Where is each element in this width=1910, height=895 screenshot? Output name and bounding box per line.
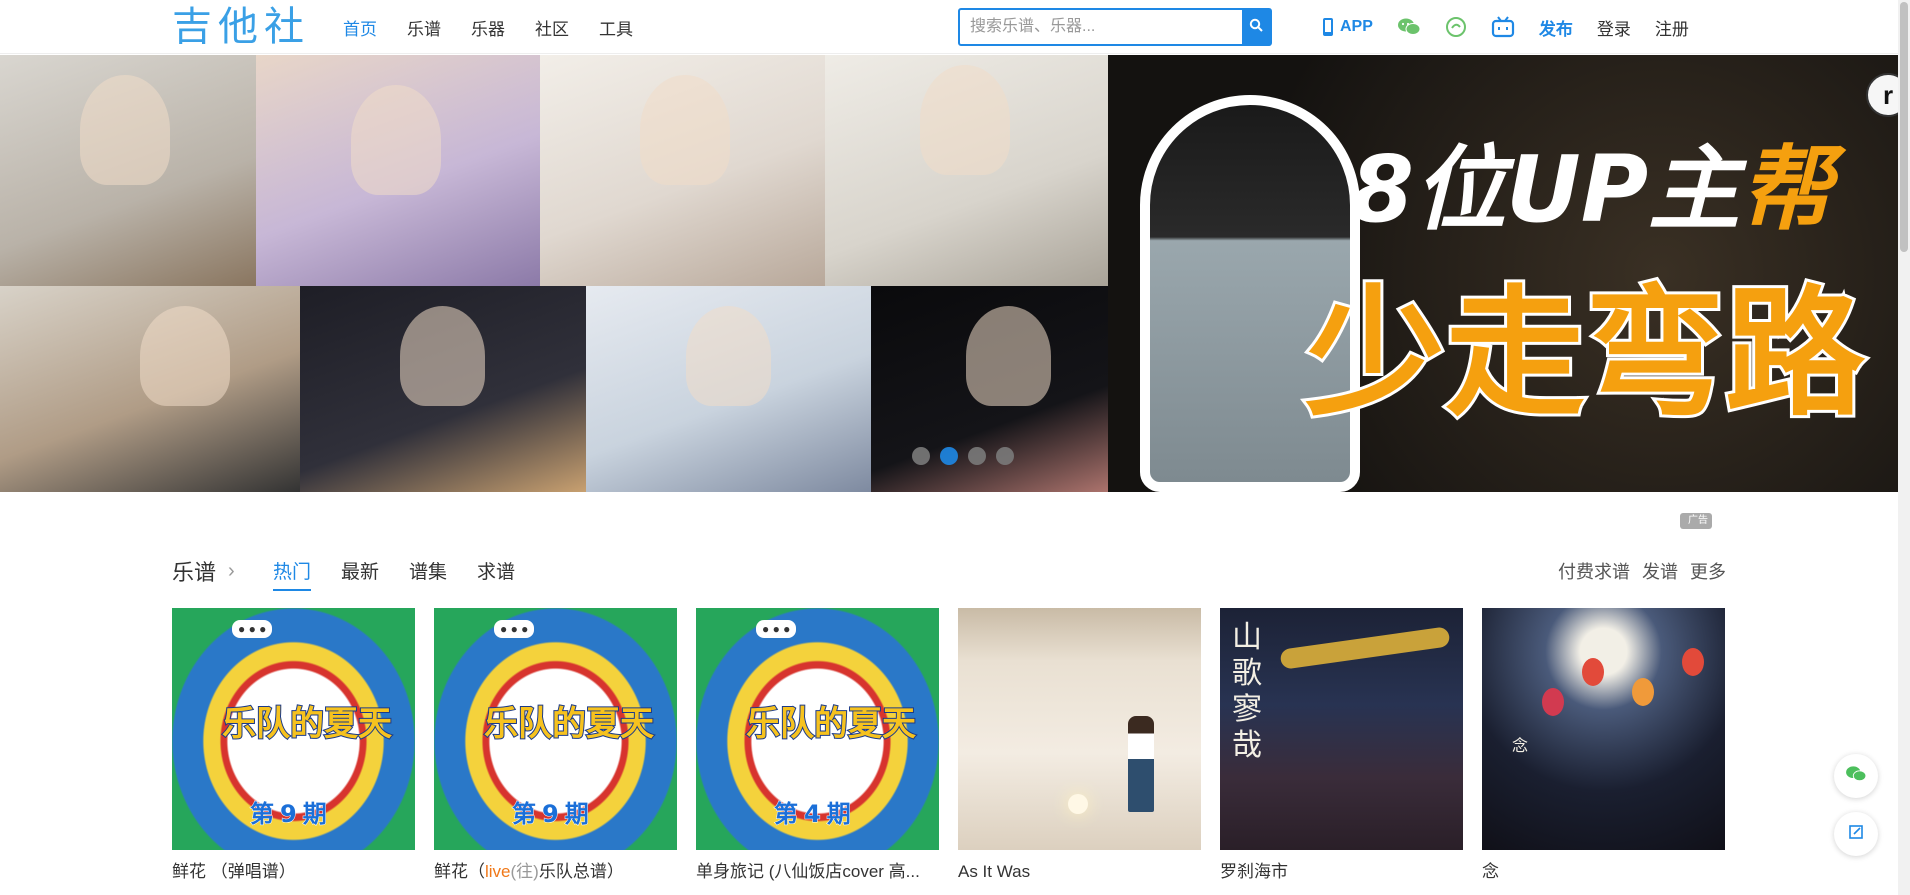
score-card[interactable]: 念 念 xyxy=(1482,608,1725,882)
nav-tools[interactable]: 工具 xyxy=(599,15,633,40)
card-title[interactable]: 鲜花 （弹唱谱） xyxy=(172,862,415,882)
login-link[interactable]: 登录 xyxy=(1597,15,1631,40)
wechat-icon xyxy=(1845,765,1867,788)
wechat-link[interactable] xyxy=(1397,17,1421,37)
search-input[interactable] xyxy=(960,10,1242,44)
cover-dragon xyxy=(1279,626,1451,670)
card-cover-image: 念 xyxy=(1482,608,1725,850)
score-card[interactable]: ● ● ● 乐队的夏天 第9期 鲜花 （弹唱谱） xyxy=(172,608,415,882)
search-button[interactable] xyxy=(1242,10,1270,44)
feedback-float-button[interactable] xyxy=(1834,812,1878,856)
cover-sponsor-logos: ● ● ● xyxy=(232,620,273,638)
nav-scores[interactable]: 乐谱 xyxy=(407,15,441,40)
score-card[interactable]: As It Was xyxy=(958,608,1201,882)
banner-photo-tile xyxy=(256,55,540,286)
register-link[interactable]: 注册 xyxy=(1655,15,1689,40)
card-title[interactable]: 罗刹海市 xyxy=(1220,862,1463,882)
bilibili-icon xyxy=(1491,16,1515,38)
carousel-dot[interactable] xyxy=(912,447,930,465)
nav-home[interactable]: 首页 xyxy=(343,15,377,40)
card-title[interactable]: 念 xyxy=(1482,862,1725,882)
carousel-dot[interactable] xyxy=(968,447,986,465)
cover-sponsor-logos: ● ● ● xyxy=(494,620,535,638)
app-download-link[interactable]: APP xyxy=(1322,17,1373,37)
banner-photo-tile xyxy=(0,55,256,286)
section-title[interactable]: 乐谱 › xyxy=(172,555,235,587)
section-links: 付费求谱 发谱 更多 xyxy=(1546,558,1726,584)
card-cover-image: 山歌寥哉 xyxy=(1220,608,1463,850)
phone-icon xyxy=(1322,17,1334,37)
main-nav: 首页 乐谱 乐器 社区 工具 xyxy=(343,0,663,54)
banner-subheadline: 少走弯路 xyxy=(1302,272,1868,438)
score-card[interactable]: 山歌寥哉 罗刹海市 xyxy=(1220,608,1463,882)
header-actions: APP 发布 登录 注册 xyxy=(1322,0,1713,54)
search-box xyxy=(958,8,1272,46)
section-tabs: 热门 最新 谱集 求谱 xyxy=(273,557,545,591)
nav-community[interactable]: 社区 xyxy=(535,15,569,40)
score-card-list: ● ● ● 乐队的夏天 第9期 鲜花 （弹唱谱） ● ● ● 乐队的夏天 第9期… xyxy=(172,608,1725,882)
scrollbar-thumb[interactable] xyxy=(1900,2,1908,252)
wechat-float-button[interactable] xyxy=(1834,754,1878,798)
banner-photo-tile xyxy=(540,55,825,286)
card-cover-image xyxy=(958,608,1201,850)
banner-photo-tile xyxy=(0,286,300,492)
card-cover-image: ● ● ● 乐队的夏天 第4期 xyxy=(696,608,939,850)
more-link[interactable]: 更多 xyxy=(1690,558,1726,584)
cover-figure xyxy=(1128,716,1154,812)
top-header: 吉他社 首页 乐谱 乐器 社区 工具 APP xyxy=(0,0,1910,54)
banner-photo-tile xyxy=(300,286,586,492)
cover-lamp xyxy=(1068,794,1088,814)
ad-badge: 广告 xyxy=(1680,513,1712,529)
carousel-dot-active[interactable] xyxy=(940,447,958,465)
publish-link[interactable]: 发布 xyxy=(1539,15,1573,40)
carousel-dot[interactable] xyxy=(996,447,1014,465)
hero-banner[interactable]: 8位UP主帮 少走弯路 r xyxy=(0,55,1898,492)
tab-collections[interactable]: 谱集 xyxy=(409,557,447,591)
weibo-link[interactable] xyxy=(1445,16,1467,38)
wechat-icon xyxy=(1397,17,1421,37)
site-logo[interactable]: 吉他社 xyxy=(172,4,310,50)
nav-instruments[interactable]: 乐器 xyxy=(471,15,505,40)
weibo-icon xyxy=(1445,16,1467,38)
tab-requests[interactable]: 求谱 xyxy=(477,557,515,591)
app-label: APP xyxy=(1340,18,1373,35)
card-cover-image: ● ● ● 乐队的夏天 第9期 xyxy=(434,608,677,850)
banner-photo-tile xyxy=(825,55,1108,286)
bilibili-link[interactable] xyxy=(1491,16,1515,38)
cover-sponsor-logos: ● ● ● xyxy=(756,620,797,638)
search-icon xyxy=(1249,18,1263,37)
edit-icon xyxy=(1848,824,1864,845)
score-card[interactable]: ● ● ● 乐队的夏天 第4期 单身旅记 (八仙饭店cover 高... xyxy=(696,608,939,882)
score-card[interactable]: ● ● ● 乐队的夏天 第9期 鲜花（live(往)乐队总谱） xyxy=(434,608,677,882)
tab-latest[interactable]: 最新 xyxy=(341,557,379,591)
tab-hot[interactable]: 热门 xyxy=(273,557,312,591)
post-score-link[interactable]: 发谱 xyxy=(1642,558,1678,584)
banner-photo-tile xyxy=(586,286,871,492)
banner-headline: 8位UP主帮 xyxy=(1350,136,1833,243)
card-title[interactable]: As It Was xyxy=(958,862,1201,882)
card-cover-image: ● ● ● 乐队的夏天 第9期 xyxy=(172,608,415,850)
carousel-dots xyxy=(912,447,1024,465)
paid-request-link[interactable]: 付费求谱 xyxy=(1558,558,1630,584)
card-title[interactable]: 鲜花（live(往)乐队总谱） xyxy=(434,862,677,882)
chevron-right-icon: › xyxy=(228,559,235,582)
card-title[interactable]: 单身旅记 (八仙饭店cover 高... xyxy=(696,862,939,882)
